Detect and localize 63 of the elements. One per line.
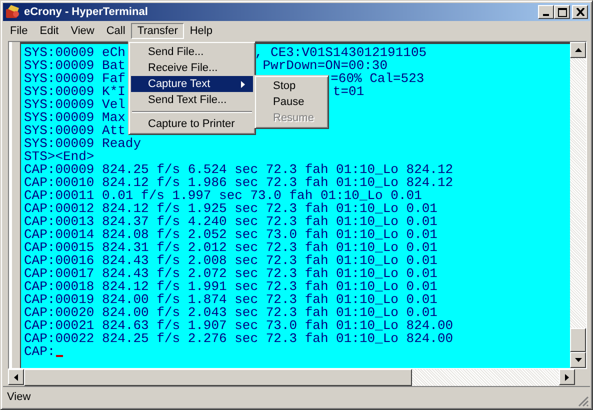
terminal-line: SYS:00009 Bat [24, 59, 126, 72]
window-title: eCrony - HyperTerminal [24, 6, 149, 18]
terminal-line: CAP:00015 824.31 f/s 2.012 sec 72.3 fah 01:10_Lo 0.01 [24, 241, 438, 254]
terminal-line: PwrDown=ON=00:30 [262, 59, 388, 72]
terminal-line: CAP:00022 824.25 f/s 2.276 sec 72.3 fah 01:10_Lo 824.00 [24, 332, 454, 345]
menu-item[interactable]: Send File... [131, 44, 253, 60]
terminal-line: SYS:00009 Vel [24, 98, 126, 111]
minimize-icon [543, 14, 549, 16]
terminal-line: SYS:00009 K*I [24, 85, 126, 98]
menu-item[interactable]: Call [100, 23, 132, 39]
resize-grip-icon [577, 395, 589, 407]
terminal-line: SYS:00009 Att [24, 124, 126, 137]
scroll-down-button[interactable] [570, 352, 586, 368]
menu-item[interactable]: Pause [257, 94, 326, 110]
terminal-line: CAP:00021 824.63 f/s 1.907 sec 73.0 fah 01:10_Lo 824.00 [24, 319, 454, 332]
terminal-line: =60% Cal=523 [330, 72, 424, 85]
terminal-line: CAP:00011 0.01 f/s 1.997 sec 73.0 fah 01:10_Lo 0.01 [24, 189, 422, 202]
close-button[interactable] [572, 5, 588, 19]
menu-item[interactable]: Receive File... [131, 60, 253, 76]
menu-item[interactable]: Transfer [131, 23, 184, 39]
app-icon [5, 4, 21, 20]
terminal-line: CAP:00016 824.43 f/s 2.008 sec 72.3 fah 01:10_Lo 0.01 [24, 254, 438, 267]
menu-item[interactable]: Capture Text [131, 76, 253, 92]
scroll-right-button[interactable] [559, 369, 575, 385]
minimize-button[interactable] [538, 5, 554, 19]
terminal-line: STS><End> [24, 150, 94, 163]
up-arrow-icon [574, 48, 582, 52]
scroll-thumb[interactable] [570, 328, 586, 352]
terminal-line: SYS:00009 eCh [24, 46, 126, 59]
maximize-button[interactable] [554, 5, 570, 19]
status-text: View [7, 391, 31, 403]
left-arrow-icon [14, 374, 18, 380]
terminal-line: CAP:00020 824.00 f/s 2.043 sec 72.3 fah 01:10_Lo 0.01 [24, 306, 438, 319]
menu-item[interactable]: Edit [34, 23, 65, 39]
scroll-left-button[interactable] [8, 369, 24, 385]
maximize-icon [558, 8, 566, 16]
menu-item[interactable]: View [64, 23, 100, 39]
terminal-line: CAP:00014 824.08 f/s 2.052 sec 73.0 fah 01:10_Lo 0.01 [24, 228, 438, 241]
terminal-line: t=01 [332, 85, 364, 98]
terminal-line: CAP:00017 824.43 f/s 2.072 sec 72.3 fah 01:10_Lo 0.01 [24, 267, 438, 280]
horizontal-scrollbar[interactable] [8, 369, 575, 386]
menu-item[interactable]: Capture to Printer [131, 116, 253, 132]
menu-item[interactable]: Help [184, 23, 218, 39]
terminal-line: SYS:00009 Faf [24, 72, 126, 85]
scroll-thumb[interactable] [24, 369, 412, 386]
menu-item[interactable]: Send Text File... [131, 92, 253, 108]
vertical-scrollbar[interactable] [570, 42, 586, 368]
close-icon [576, 8, 584, 16]
scroll-up-button[interactable] [570, 42, 586, 58]
terminal-line: CAP:00019 824.00 f/s 1.874 sec 72.3 fah 01:10_Lo 0.01 [24, 293, 438, 306]
terminal-line: CAP:00018 824.12 f/s 1.991 sec 72.3 fah 01:10_Lo 0.01 [24, 280, 438, 293]
terminal-line: SYS:00009 Ready [24, 137, 142, 150]
menu-item[interactable]: File [4, 23, 34, 39]
right-arrow-icon [565, 374, 569, 380]
down-arrow-icon [574, 358, 582, 362]
menu-item[interactable]: Stop [257, 78, 326, 94]
terminal-line: CAP:00010 824.12 f/s 1.986 sec 72.3 fah 01:10_Lo 824.12 [24, 176, 454, 189]
terminal-line: CAP: [24, 345, 56, 358]
terminal-line: CAP:00009 824.25 f/s 6.524 sec 72.3 fah 01:10_Lo 824.12 [24, 163, 454, 176]
terminal-line: SYS:00009 Max [24, 111, 126, 124]
terminal-line: , CE3:V01S143012191105 [254, 46, 427, 59]
terminal-line: CAP:00012 824.12 f/s 1.925 sec 72.3 fah 01:10_Lo 0.01 [24, 202, 438, 215]
terminal-line: CAP:00013 824.37 f/s 4.240 sec 72.3 fah 01:10_Lo 0.01 [24, 215, 438, 228]
